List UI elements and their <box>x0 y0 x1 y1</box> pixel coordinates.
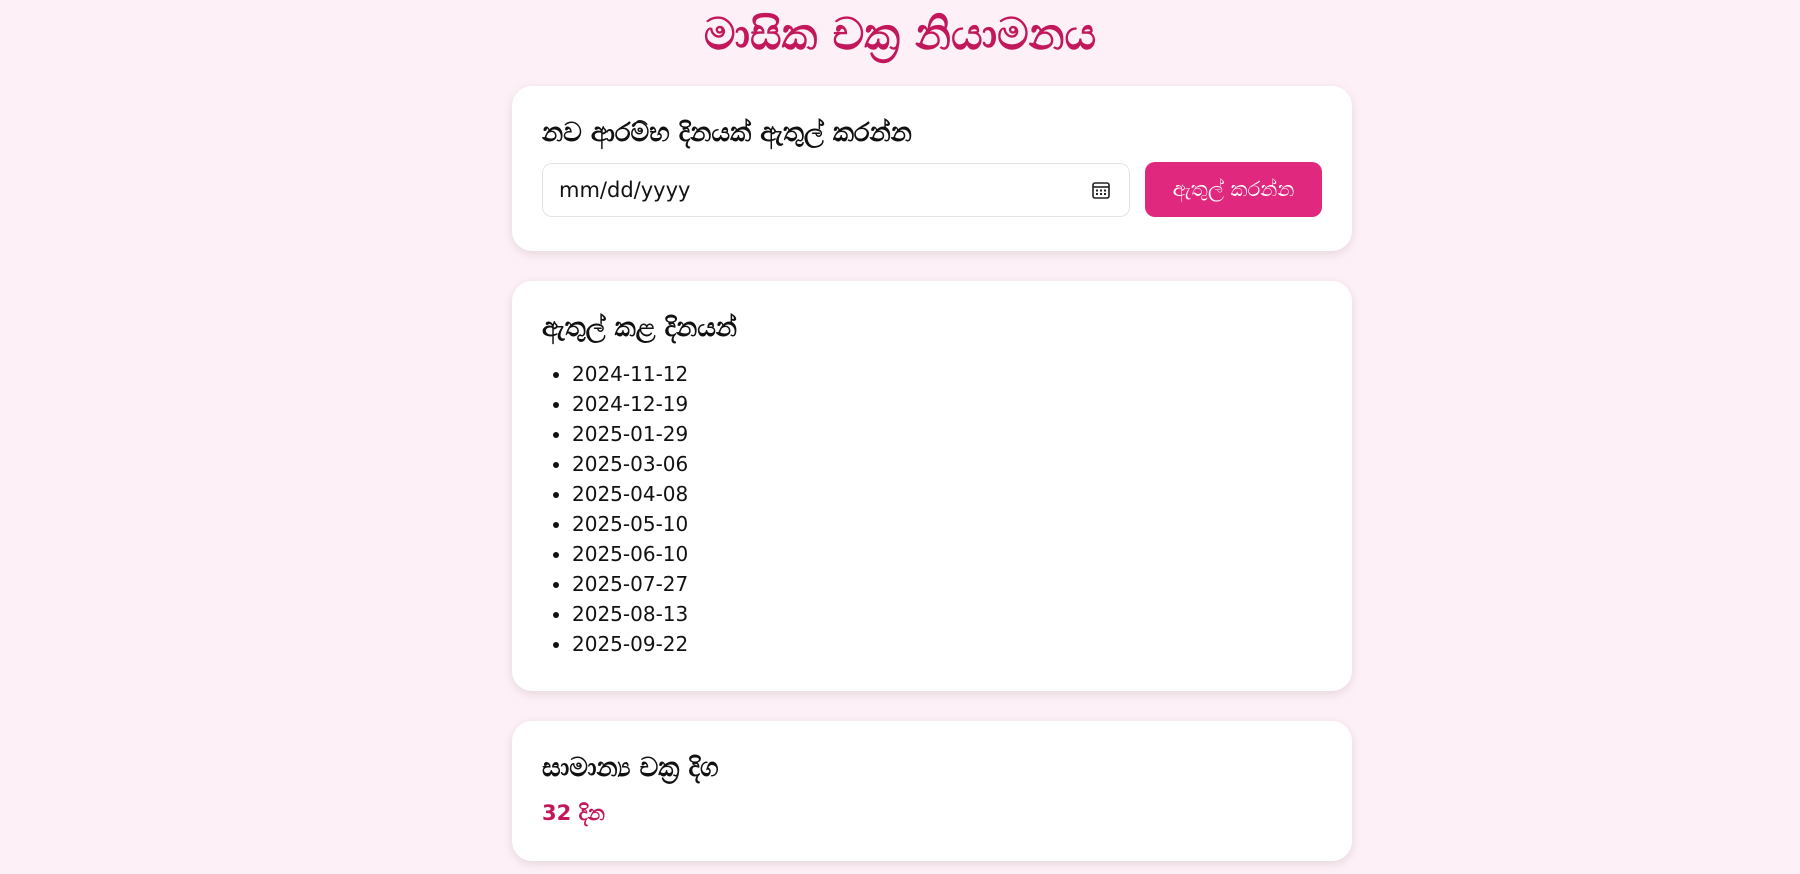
list-item: 2025-09-22 <box>572 629 1322 659</box>
add-date-card: නව ආරම්භ දිනයක් ඇතුල් කරන්න mm/dd/yyyy ඇ… <box>512 86 1352 251</box>
add-date-row: mm/dd/yyyy ඇතුල් කරන්න <box>542 162 1322 217</box>
entered-dates-list: 2024-11-12 2024-12-19 2025-01-29 2025-03… <box>542 359 1322 659</box>
list-item: 2025-04-08 <box>572 479 1322 509</box>
page-title: මාසික චක්‍ර නියාමනය <box>703 9 1097 60</box>
list-item: 2025-08-13 <box>572 599 1322 629</box>
date-input[interactable]: mm/dd/yyyy <box>542 162 1130 217</box>
entered-dates-card: ඇතුල් කළ දිනයන් 2024-11-12 2024-12-19 20… <box>512 281 1352 691</box>
list-item: 2024-12-19 <box>572 389 1322 419</box>
list-item: 2025-03-06 <box>572 449 1322 479</box>
average-cycle-value: 32 දින <box>542 801 605 825</box>
average-cycle-card: සාමාන්‍ය චක්‍ර දිග 32 දින <box>512 721 1352 861</box>
calendar-icon[interactable] <box>1091 180 1111 200</box>
add-date-title: නව ආරම්භ දිනයක් ඇතුල් කරන්න <box>542 118 912 148</box>
date-input-placeholder: mm/dd/yyyy <box>559 177 691 202</box>
add-date-button[interactable]: ඇතුල් කරන්න <box>1145 162 1322 217</box>
list-item: 2024-11-12 <box>572 359 1322 389</box>
entered-dates-title: ඇතුල් කළ දිනයන් <box>542 313 738 343</box>
list-item: 2025-01-29 <box>572 419 1322 449</box>
average-cycle-title: සාමාන්‍ය චක්‍ර දිග <box>542 753 719 783</box>
list-item: 2025-07-27 <box>572 569 1322 599</box>
list-item: 2025-06-10 <box>572 539 1322 569</box>
list-item: 2025-05-10 <box>572 509 1322 539</box>
